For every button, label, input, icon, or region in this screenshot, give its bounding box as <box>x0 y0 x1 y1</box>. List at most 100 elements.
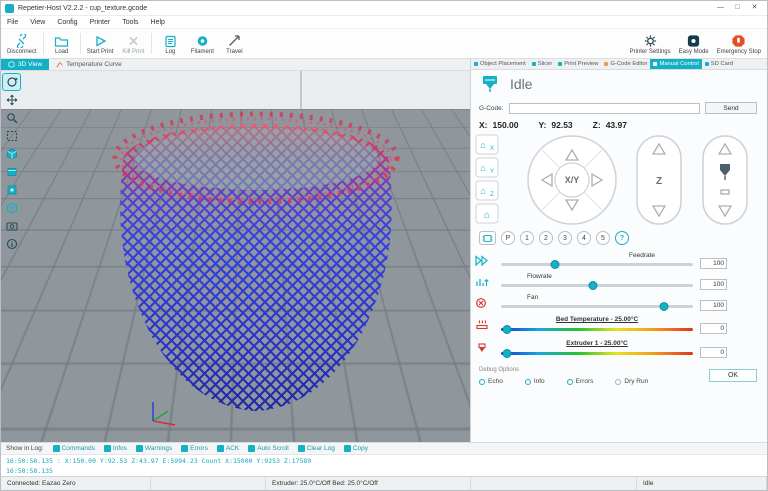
preset-1-button[interactable]: 1 <box>520 231 534 245</box>
menu-printer[interactable]: Printer <box>84 19 117 26</box>
motors-off-button[interactable] <box>479 231 496 245</box>
home-x-button[interactable]: ⌂ X <box>475 134 499 155</box>
preset-5-button[interactable]: 5 <box>596 231 610 245</box>
extruder-temp-slider-thumb[interactable] <box>502 348 512 358</box>
commands-icon <box>52 445 60 452</box>
tab-gcode-editor[interactable]: G-Code Editor <box>601 59 650 69</box>
tab-icon <box>704 62 709 66</box>
info-button[interactable] <box>3 236 20 252</box>
preset-2-button[interactable]: 2 <box>539 231 553 245</box>
home-y-button[interactable]: ⌂ Y <box>475 157 499 178</box>
tab-temperature-curve[interactable]: Temperature Curve <box>49 59 129 70</box>
bed-temp-value[interactable]: 0 <box>700 323 727 334</box>
printer-status-text: Idle <box>510 76 533 92</box>
close-button[interactable]: ✕ <box>746 1 763 15</box>
flowrate-icon <box>476 279 489 286</box>
send-button[interactable]: Send <box>705 102 757 114</box>
menu-config[interactable]: Config <box>51 19 83 26</box>
clear-log-button[interactable]: Clear Log <box>297 445 335 452</box>
home-all-button[interactable]: ⌂ <box>475 203 499 224</box>
copy-log-button[interactable]: Copy <box>343 445 368 452</box>
feedrate-slider-thumb[interactable] <box>550 259 560 269</box>
log-icon <box>165 35 176 47</box>
bed-temp-slider[interactable] <box>501 324 693 334</box>
start-print-button[interactable]: Start Print <box>83 29 118 58</box>
debug-options-section: Debug Options Echo Info Errors Dry Run O… <box>479 367 757 385</box>
move-view-button[interactable] <box>3 92 20 108</box>
extruder-temp-slider[interactable] <box>501 348 693 358</box>
tab-sd-card[interactable]: SD Card <box>702 59 736 69</box>
emergency-stop-button[interactable]: Emergency Stop <box>713 29 765 58</box>
position-readout: X: 150.00 Y: 92.53 Z: 43.97 <box>479 120 627 130</box>
park-button[interactable]: P <box>501 231 515 245</box>
errors-toggle[interactable]: Errors <box>566 378 593 385</box>
camera-icon <box>5 222 18 231</box>
tab-manual-control[interactable]: Manual Control <box>650 59 702 69</box>
flowrate-value[interactable]: 100 <box>700 279 727 290</box>
fit-view-button[interactable] <box>3 128 20 144</box>
xy-jog-pad[interactable]: X/Y <box>527 135 617 225</box>
3d-viewport[interactable] <box>1 71 470 442</box>
maximize-button[interactable]: □ <box>729 1 746 15</box>
tab-icon <box>531 62 536 66</box>
ok-button[interactable]: OK <box>709 369 757 382</box>
tab-3d-view[interactable]: 3D View <box>1 59 50 70</box>
tab-slicer[interactable]: Slicer <box>529 59 556 69</box>
filter-commands[interactable]: Commands <box>52 445 95 452</box>
show-travel-button[interactable]: Travel <box>218 29 250 58</box>
preset-3-button[interactable]: 3 <box>558 231 572 245</box>
disconnect-button[interactable]: Disconnect <box>3 29 41 58</box>
flowrate-slider[interactable] <box>501 280 693 290</box>
info-icon <box>6 238 17 250</box>
temperature-status: Extruder: 25.0°C/Off Bed: 25.0°C/Off <box>266 477 471 490</box>
rotate-view-button[interactable] <box>2 73 21 91</box>
tab-object-placement[interactable]: Object Placement <box>471 59 529 69</box>
bed-temp-slider-thumb[interactable] <box>502 324 512 334</box>
help-button[interactable]: ? <box>615 231 629 245</box>
snapshot-button[interactable] <box>3 218 20 234</box>
front-view-button[interactable] <box>3 164 20 180</box>
menu-tools[interactable]: Tools <box>116 19 144 26</box>
menu-view[interactable]: View <box>24 19 51 26</box>
isometric-view-button[interactable] <box>3 146 20 162</box>
extruder-temp-value[interactable]: 0 <box>700 347 727 358</box>
extruder-jog-control[interactable] <box>702 135 748 225</box>
dry-run-toggle[interactable]: Dry Run <box>615 378 648 385</box>
menu-file[interactable]: File <box>1 19 24 26</box>
preset-4-button[interactable]: 4 <box>577 231 591 245</box>
log-output[interactable]: 16:50:58.135 : X:150.00 Y:92.53 Z:43.97 … <box>1 454 767 476</box>
filter-ack[interactable]: ACK <box>216 445 239 452</box>
echo-toggle[interactable]: Echo <box>479 378 503 385</box>
easy-mode-button[interactable]: Easy Mode <box>675 29 713 58</box>
fan-value[interactable]: 100 <box>700 300 727 311</box>
fan-slider-thumb[interactable] <box>659 301 669 311</box>
filter-infos[interactable]: Infos <box>103 445 127 452</box>
z-jog-control[interactable]: Z <box>636 135 682 225</box>
status-bar: Connected: Eazao Zero Extruder: 25.0°C/O… <box>1 476 767 490</box>
toggle-log-button[interactable]: Log <box>154 29 186 58</box>
info-dot-icon <box>524 378 531 385</box>
info-toggle[interactable]: Info <box>524 378 545 385</box>
menu-help[interactable]: Help <box>145 19 171 26</box>
x-value: 150.00 <box>492 120 519 130</box>
minimize-button[interactable]: — <box>712 1 729 15</box>
printer-settings-button[interactable]: Printer Settings <box>626 29 675 58</box>
top-view-button[interactable] <box>3 182 20 198</box>
feedrate-slider[interactable] <box>501 259 693 269</box>
fan-slider[interactable] <box>501 301 693 311</box>
bed-temp-label[interactable]: Bed Temperature - 25.00°C <box>501 316 693 323</box>
gcode-input[interactable] <box>508 102 700 114</box>
side-view-button[interactable] <box>3 200 20 216</box>
feedrate-value[interactable]: 100 <box>700 258 727 269</box>
auto-scroll-toggle[interactable]: Auto Scroll <box>248 445 289 452</box>
extruder-temp-label[interactable]: Extruder 1 - 25.00°C <box>501 340 693 347</box>
home-z-button[interactable]: ⌂ Z <box>475 180 499 201</box>
tab-print-preview[interactable]: Print Preview <box>555 59 601 69</box>
filter-warnings[interactable]: Warnings <box>135 445 172 452</box>
flowrate-slider-thumb[interactable] <box>588 280 598 290</box>
load-button[interactable]: Load <box>46 29 78 58</box>
filter-errors[interactable]: Errors <box>181 445 208 452</box>
kill-print-button[interactable]: Kill Print <box>117 29 149 58</box>
zoom-view-button[interactable] <box>3 110 20 126</box>
show-filament-button[interactable]: Filament <box>186 29 218 58</box>
